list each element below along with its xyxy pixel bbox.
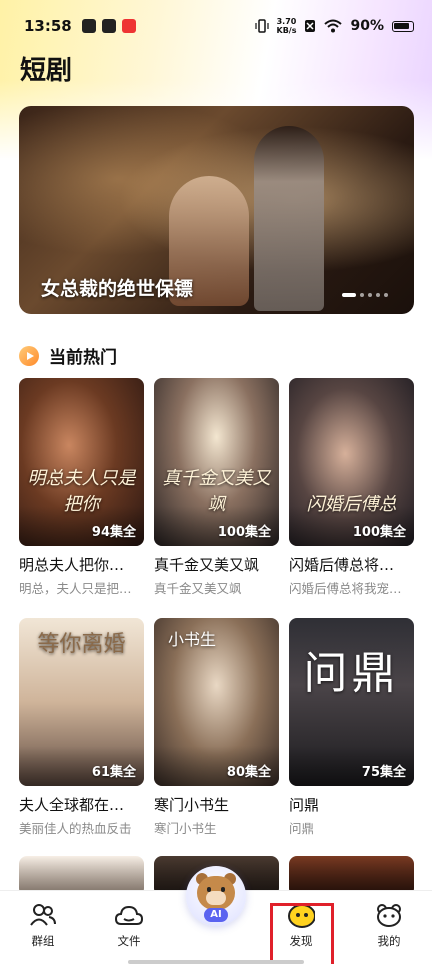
- battery-percent: 90%: [350, 18, 384, 34]
- drama-poster[interactable]: 小书生 80集全: [154, 618, 279, 786]
- drama-title: 夫人全球都在…: [19, 796, 125, 814]
- drama-subtitle: 寒门小书生: [154, 821, 217, 836]
- episode-count: 80集全: [226, 765, 271, 780]
- drama-card[interactable]: 真千金又美又飒 100集全 真千金又美又飒 真千金又美又飒: [154, 378, 279, 597]
- vibrate-icon: [254, 19, 269, 33]
- banner-figure-man: [254, 126, 324, 311]
- message-notification-icon: [101, 19, 116, 33]
- drama-poster[interactable]: 明总夫人只是把你 94集全: [19, 378, 144, 546]
- drama-subtitle: 闪婚后傅总将我宠…: [289, 581, 402, 596]
- status-time: 13:58: [24, 17, 72, 35]
- section-header: 当前热门: [19, 343, 117, 368]
- battery-icon: [392, 20, 414, 32]
- home-indicator[interactable]: [128, 960, 304, 964]
- drama-title: 问鼎: [289, 796, 320, 814]
- drama-card[interactable]: 等你离婚 61集全 夫人全球都在… 美丽佳人的热血反击: [19, 618, 144, 837]
- app-notification-icon: [81, 19, 96, 33]
- drama-poster[interactable]: 真千金又美又飒 100集全: [154, 378, 279, 546]
- episode-count: 94集全: [91, 525, 136, 540]
- drama-poster[interactable]: 闪婚后傅总 100集全: [289, 378, 414, 546]
- profile-icon: [375, 901, 403, 929]
- episode-count: 61集全: [91, 765, 136, 780]
- status-right: 3.70 KB/s 90%: [254, 17, 414, 35]
- episode-count: 100集全: [217, 525, 271, 540]
- app-badge-icon: [121, 19, 136, 33]
- episode-count: 75集全: [361, 765, 406, 780]
- poster-title-text: 明总夫人只是把你: [27, 468, 136, 515]
- poster-title-text: 小书生: [168, 630, 217, 649]
- nav-item-files[interactable]: 文件: [86, 891, 172, 964]
- network-speed: 3.70 KB/s: [277, 17, 297, 35]
- network-speed-value: 3.70: [276, 17, 297, 26]
- drama-subtitle: 美丽佳人的热血反击: [19, 821, 132, 836]
- page-title: 短剧: [20, 56, 73, 86]
- status-notification-icons: [81, 19, 136, 33]
- drama-poster[interactable]: 问鼎 75集全: [289, 618, 414, 786]
- sim-off-icon: [305, 20, 316, 32]
- banner-dot: [360, 293, 364, 297]
- section-title: 当前热门: [49, 348, 117, 368]
- banner-dot: [384, 293, 388, 297]
- drama-subtitle: 真千金又美又飒: [154, 581, 242, 596]
- ai-bear-eye: [207, 887, 211, 892]
- active-tab-highlight: [270, 903, 334, 964]
- banner-caption: 女总裁的绝世保镖: [41, 278, 194, 300]
- poster-title-text: 真千金又美又飒: [162, 468, 271, 515]
- cloud-icon: [115, 901, 143, 929]
- group-icon: [29, 901, 57, 929]
- drama-subtitle: 明总，夫人只是把…: [19, 581, 132, 596]
- drama-card[interactable]: 闪婚后傅总 100集全 闪婚后傅总将… 闪婚后傅总将我宠…: [289, 378, 414, 597]
- network-speed-unit: KB/s: [276, 26, 297, 35]
- ai-assistant-button[interactable]: AI: [186, 866, 246, 926]
- drama-subtitle: 问鼎: [289, 821, 315, 836]
- hot-play-icon: [19, 345, 39, 366]
- drama-title: 闪婚后傅总将…: [289, 556, 395, 574]
- episode-count: 100集全: [352, 525, 406, 540]
- banner-dot-active: [342, 293, 356, 297]
- banner-dot: [376, 293, 380, 297]
- status-bar: 13:58 3.70 KB/s 90%: [0, 0, 432, 52]
- drama-poster[interactable]: 等你离婚 61集全: [19, 618, 144, 786]
- ai-bear-eye: [221, 887, 225, 892]
- drama-card[interactable]: 小书生 80集全 寒门小书生 寒门小书生: [154, 618, 279, 837]
- drama-title: 寒门小书生: [154, 796, 230, 814]
- nav-label: 群组: [31, 934, 55, 948]
- drama-card[interactable]: 问鼎 75集全 问鼎 问鼎: [289, 618, 414, 837]
- nav-label: 我的: [377, 934, 401, 948]
- nav-label: 文件: [117, 934, 141, 948]
- banner-dot: [368, 293, 372, 297]
- ai-bear-muzzle: [206, 891, 226, 905]
- poster-title-text: 等你离婚: [37, 632, 126, 657]
- drama-title: 真千金又美又飒: [154, 556, 260, 574]
- poster-title-text: 问鼎: [303, 648, 400, 699]
- nav-item-profile[interactable]: 我的: [346, 891, 432, 964]
- featured-banner[interactable]: 女总裁的绝世保镖: [19, 106, 414, 314]
- ai-label: AI: [204, 908, 228, 922]
- poster-title-text: 闪婚后傅总: [306, 494, 397, 515]
- drama-card[interactable]: 明总夫人只是把你 94集全 明总夫人把你… 明总，夫人只是把…: [19, 378, 144, 597]
- banner-pagination: [342, 293, 388, 297]
- nav-item-group[interactable]: 群组: [0, 891, 86, 964]
- drama-title: 明总夫人把你…: [19, 556, 125, 574]
- wifi-icon: [324, 19, 343, 33]
